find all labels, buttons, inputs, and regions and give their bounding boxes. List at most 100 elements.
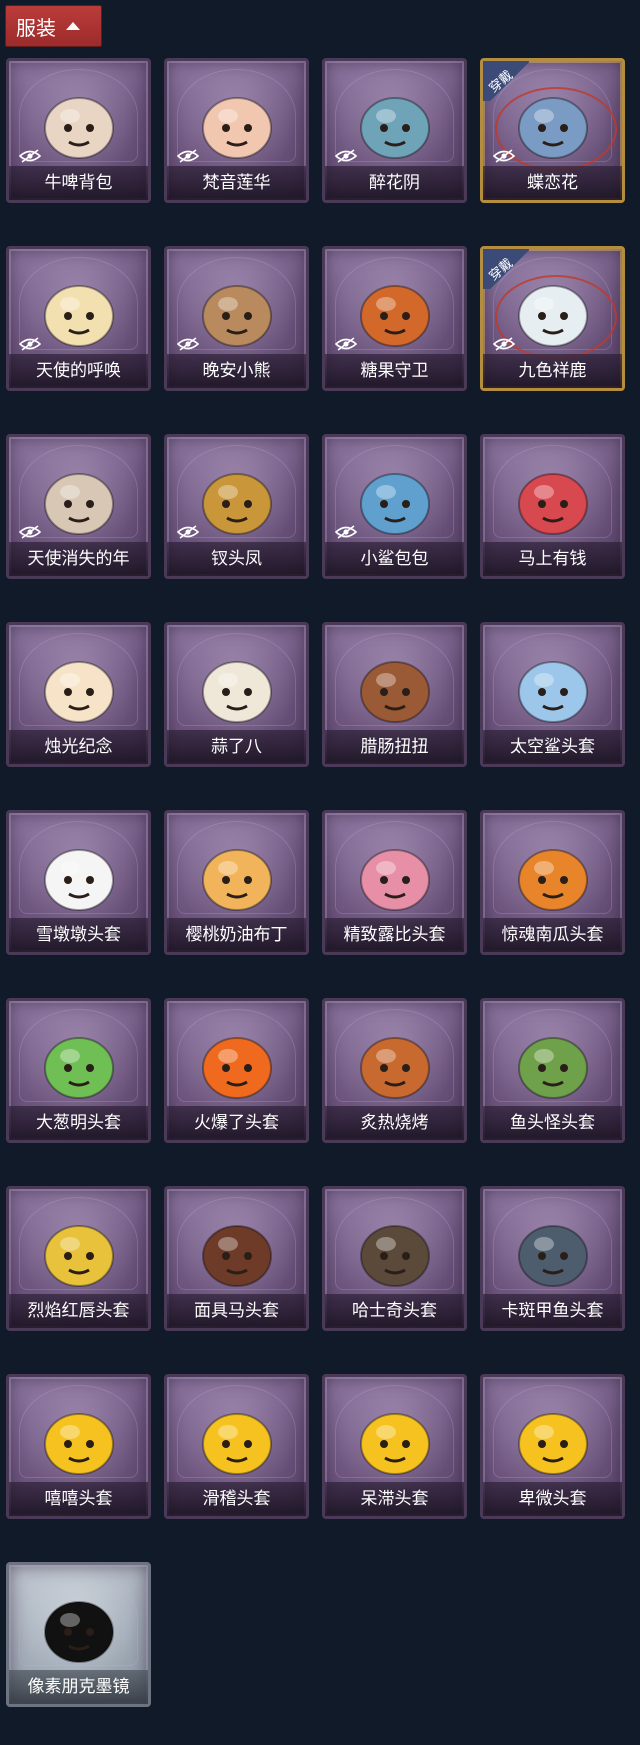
outfit-name: 惊魂南瓜头套 <box>483 918 622 952</box>
outfit-card[interactable]: 卡斑甲鱼头套 <box>480 1186 625 1331</box>
outfit-category-label: 服装 <box>16 15 56 40</box>
outfit-category-toggle[interactable]: 服装 <box>5 5 102 47</box>
outfit-card[interactable]: 像素朋克墨镜 <box>6 1562 151 1707</box>
eye-hidden-icon[interactable] <box>334 336 358 351</box>
space-shark-icon <box>483 635 622 735</box>
outfit-name: 樱桃奶油布丁 <box>167 918 306 952</box>
outfit-name: 嘻嘻头套 <box>9 1482 148 1516</box>
pudding-head-icon <box>167 823 306 923</box>
bbq-meat-icon <box>325 1011 464 1111</box>
outfit-name: 腊肠扭扭 <box>325 730 464 764</box>
eye-hidden-icon[interactable] <box>18 336 42 351</box>
outfit-card[interactable]: 醉花阴 <box>322 58 467 203</box>
outfit-card[interactable]: 晚安小熊 <box>164 246 309 391</box>
outfit-card[interactable]: 马上有钱 <box>480 434 625 579</box>
outfit-card[interactable]: 哈士奇头套 <box>322 1186 467 1331</box>
smirk-emoji-icon <box>167 1387 306 1487</box>
outfit-card[interactable]: 面具马头套 <box>164 1186 309 1331</box>
outfit-card[interactable]: 天使消失的年 <box>6 434 151 579</box>
outfit-card[interactable]: 太空鲨头套 <box>480 622 625 767</box>
outfit-card[interactable]: 樱桃奶油布丁 <box>164 810 309 955</box>
outfit-name: 精致露比头套 <box>325 918 464 952</box>
outfit-name: 糖果守卫 <box>325 354 464 388</box>
outfit-card[interactable]: 穿戴 蝶恋花 <box>480 58 625 203</box>
equipped-tag-label: 穿戴 <box>486 67 517 97</box>
outfit-card[interactable]: 嘻嘻头套 <box>6 1374 151 1519</box>
garlic-head-icon <box>167 635 306 735</box>
outfit-name: 蝶恋花 <box>483 166 622 200</box>
horse-mask-icon <box>167 1199 306 1299</box>
outfit-name: 呆滞头套 <box>325 1482 464 1516</box>
outfit-name: 烈焰红唇头套 <box>9 1294 148 1328</box>
outfit-card[interactable]: 雪墩墩头套 <box>6 810 151 955</box>
eye-hidden-icon[interactable] <box>176 336 200 351</box>
husky-head-icon <box>325 1199 464 1299</box>
humble-emoji-icon <box>483 1387 622 1487</box>
outfit-name: 大葱明头套 <box>9 1106 148 1140</box>
outfit-name: 晚安小熊 <box>167 354 306 388</box>
outfit-card[interactable]: 钗头凤 <box>164 434 309 579</box>
outfit-name: 雪墩墩头套 <box>9 918 148 952</box>
outfit-name: 钗头凤 <box>167 542 306 576</box>
outfit-name: 醉花阴 <box>325 166 464 200</box>
outfit-name: 哈士奇头套 <box>325 1294 464 1328</box>
outfit-card[interactable]: 穿戴 九色祥鹿 <box>480 246 625 391</box>
outfit-name: 火爆了头套 <box>167 1106 306 1140</box>
outfit-card[interactable]: 牛啤背包 <box>6 58 151 203</box>
outfit-card[interactable]: 大葱明头套 <box>6 998 151 1143</box>
outfit-name: 马上有钱 <box>483 542 622 576</box>
outfit-name: 小鲨包包 <box>325 542 464 576</box>
eye-hidden-icon[interactable] <box>492 148 516 163</box>
eye-hidden-icon[interactable] <box>18 148 42 163</box>
outfit-card[interactable]: 火爆了头套 <box>164 998 309 1143</box>
outfit-name: 九色祥鹿 <box>483 354 622 388</box>
outfit-card[interactable]: 精致露比头套 <box>322 810 467 955</box>
grin-emoji-icon <box>9 1387 148 1487</box>
dog-head-icon <box>325 635 464 735</box>
outfit-card[interactable]: 烈焰红唇头套 <box>6 1186 151 1331</box>
outfit-card[interactable]: 惊魂南瓜头套 <box>480 810 625 955</box>
equipped-tag-label: 穿戴 <box>486 255 517 285</box>
outfit-name: 炙热烧烤 <box>325 1106 464 1140</box>
outfit-card[interactable]: 卑微头套 <box>480 1374 625 1519</box>
fish-blob-icon <box>483 1199 622 1299</box>
eye-hidden-icon[interactable] <box>334 524 358 539</box>
outfit-card[interactable]: 烛光纪念 <box>6 622 151 767</box>
pixel-sunglasses-icon <box>9 1575 148 1675</box>
outfit-name: 梵音莲华 <box>167 166 306 200</box>
outfit-name: 滑稽头套 <box>167 1482 306 1516</box>
stare-emoji-icon <box>325 1387 464 1487</box>
eye-hidden-icon[interactable] <box>334 148 358 163</box>
outfit-card[interactable]: 小鲨包包 <box>322 434 467 579</box>
pumpkin-head-icon <box>483 823 622 923</box>
snowman-head-icon <box>9 823 148 923</box>
outfit-name: 牛啤背包 <box>9 166 148 200</box>
outfit-name: 蒜了八 <box>167 730 306 764</box>
outfit-name: 烛光纪念 <box>9 730 148 764</box>
chevron-up-icon <box>66 22 80 30</box>
red-horse-head-icon <box>483 447 622 547</box>
outfit-name: 面具马头套 <box>167 1294 306 1328</box>
outfit-card[interactable]: 呆滞头套 <box>322 1374 467 1519</box>
pink-beaver-icon <box>325 823 464 923</box>
outfit-name: 像素朋克墨镜 <box>9 1670 148 1704</box>
outfit-card[interactable]: 天使的呼唤 <box>6 246 151 391</box>
outfit-card[interactable]: 鱼头怪头套 <box>480 998 625 1143</box>
outfit-name: 太空鲨头套 <box>483 730 622 764</box>
outfit-name: 卑微头套 <box>483 1482 622 1516</box>
eye-hidden-icon[interactable] <box>176 148 200 163</box>
eye-hidden-icon[interactable] <box>492 336 516 351</box>
outfit-name: 鱼头怪头套 <box>483 1106 622 1140</box>
outfit-card[interactable]: 糖果守卫 <box>322 246 467 391</box>
outfit-card[interactable]: 腊肠扭扭 <box>322 622 467 767</box>
outfit-card[interactable]: 梵音莲华 <box>164 58 309 203</box>
scallion-head-icon <box>9 1011 148 1111</box>
eye-hidden-icon[interactable] <box>18 524 42 539</box>
outfit-card[interactable]: 蒜了八 <box>164 622 309 767</box>
outfit-card[interactable]: 滑稽头套 <box>164 1374 309 1519</box>
fish-head-icon <box>483 1011 622 1111</box>
outfit-card[interactable]: 炙热烧烤 <box>322 998 467 1143</box>
equipped-tag: 穿戴 <box>483 61 529 101</box>
eye-hidden-icon[interactable] <box>176 524 200 539</box>
candle-head-icon <box>9 635 148 735</box>
